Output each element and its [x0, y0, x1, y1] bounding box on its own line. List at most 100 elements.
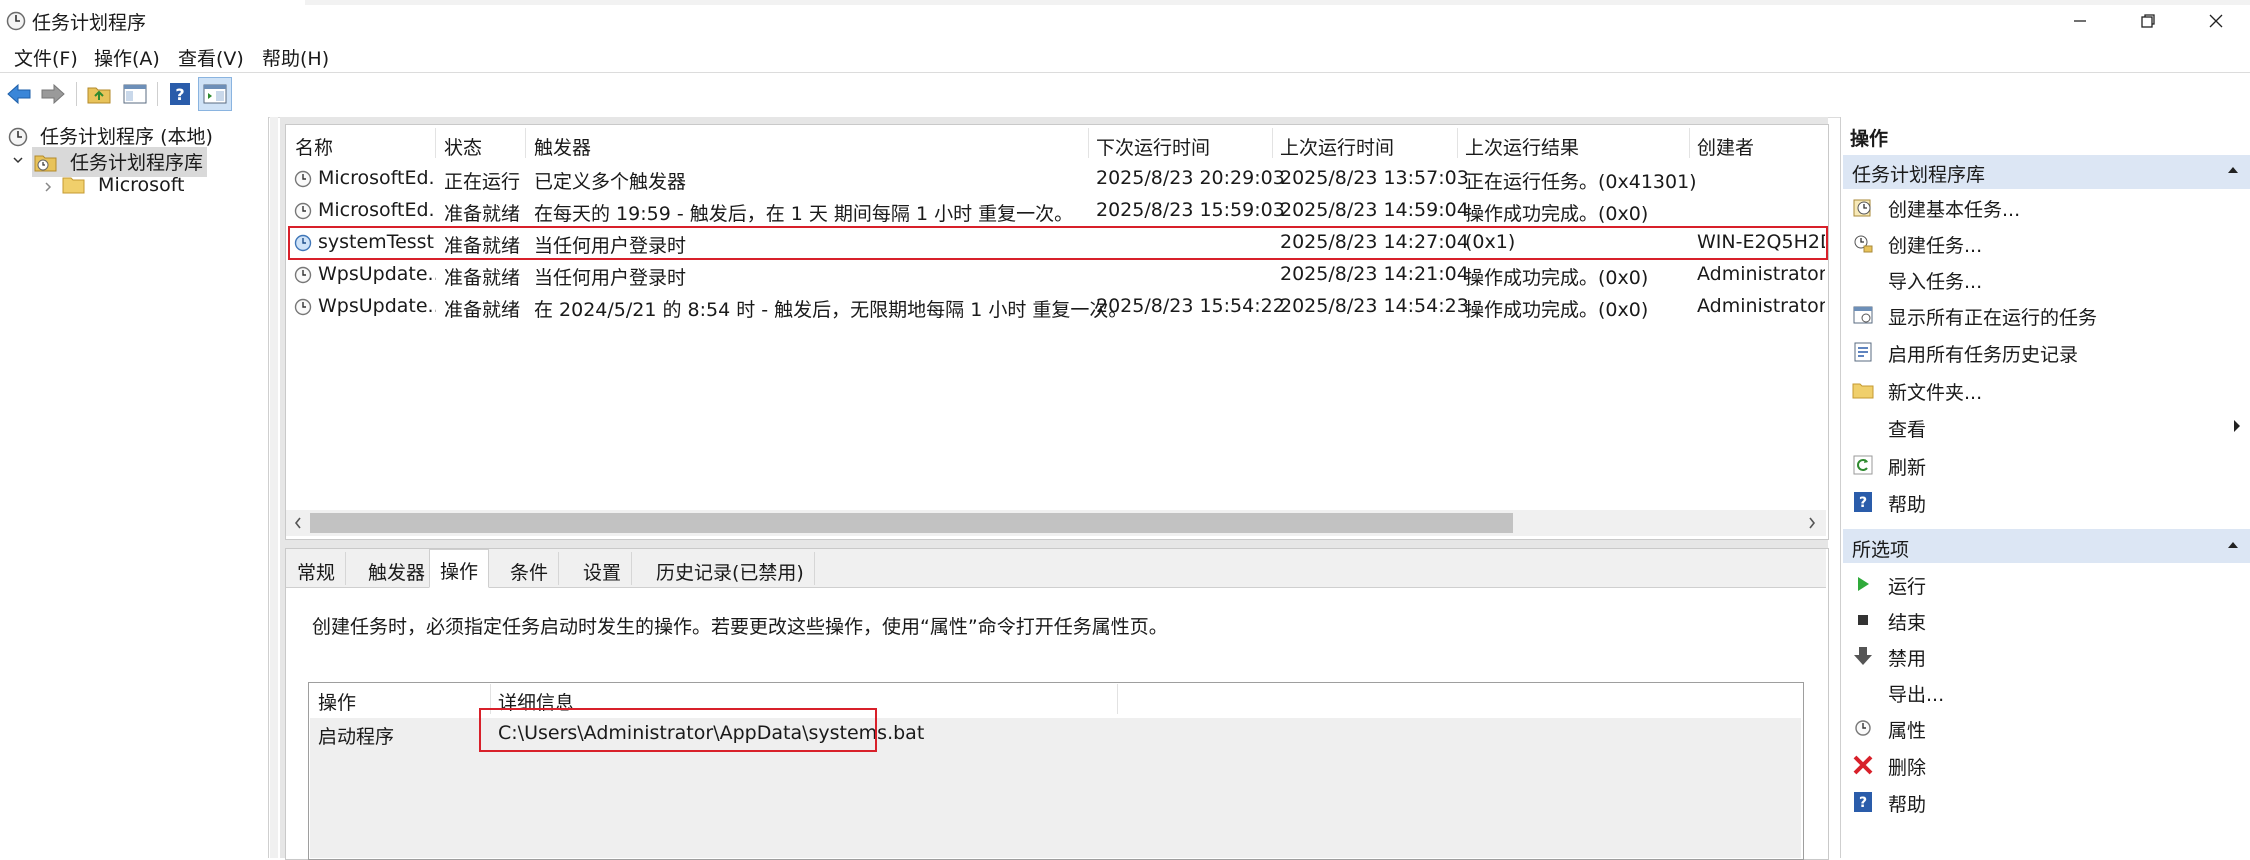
history-icon	[1854, 342, 1872, 362]
action-label: 结束	[1888, 612, 1927, 634]
action-end[interactable]: 结束	[1852, 604, 2242, 636]
restore-button[interactable]	[2114, 0, 2182, 42]
show-hide-action-pane-button[interactable]	[198, 77, 232, 111]
task-name: MicrosoftEd...	[318, 199, 436, 221]
task-row[interactable]: WpsUpdate... 准备就绪 在 2024/5/21 的 8:54 时 -…	[286, 291, 1826, 323]
menu-view[interactable]: 查看(V)	[178, 44, 244, 71]
column-header-last-run[interactable]: 上次运行时间	[1280, 133, 1394, 160]
collapse-up-icon[interactable]	[2226, 539, 2240, 551]
action-label: 运行	[1888, 576, 1927, 598]
task-row[interactable]: WpsUpdate... 准备就绪 当任何用户登录时 2025/8/23 14:…	[286, 259, 1826, 291]
create-task-icon	[1854, 235, 1873, 253]
create-basic-task-icon	[1853, 199, 1871, 217]
menu-action[interactable]: 操作(A)	[94, 44, 160, 71]
help-icon: ?	[1854, 492, 1872, 512]
task-row[interactable]: MicrosoftEd... 准备就绪 在每天的 19:59 - 触发后，在 1…	[286, 195, 1826, 227]
task-last-run: 2025/8/23 13:57:03	[1280, 167, 1469, 189]
clock-icon	[8, 127, 28, 147]
action-disable[interactable]: 禁用	[1852, 640, 2242, 672]
folder-clock-icon	[34, 155, 57, 172]
tree-item-root[interactable]: 任务计划程序 (本地)	[8, 122, 213, 149]
action-help-selected[interactable]: ? 帮助	[1852, 786, 2242, 818]
column-divider[interactable]	[1689, 128, 1690, 158]
action-view[interactable]: 查看	[1852, 411, 2242, 443]
menu-help[interactable]: 帮助(H)	[262, 44, 329, 71]
column-header-last-result[interactable]: 上次运行结果	[1465, 133, 1579, 160]
scroll-right-button[interactable]	[1806, 514, 1818, 536]
column-divider[interactable]	[1088, 128, 1089, 158]
back-arrow-icon	[7, 83, 31, 105]
actions-pane-title: 操作	[1850, 128, 1889, 150]
close-button[interactable]	[2182, 0, 2250, 42]
task-next-run: 2025/8/23 20:29:03	[1096, 167, 1285, 189]
action-export[interactable]: 导出...	[1852, 676, 2242, 708]
tree-item-microsoft[interactable]: Microsoft	[62, 174, 185, 196]
tab-history[interactable]: 历史记录(已禁用)	[646, 552, 815, 585]
tree-expander-microsoft[interactable]	[42, 176, 54, 198]
action-label: 导出...	[1888, 684, 1945, 706]
task-last-result: 操作成功完成。(0x0)	[1465, 267, 1649, 289]
action-delete[interactable]: 删除	[1852, 749, 2242, 781]
action-help[interactable]: ? 帮助	[1852, 486, 2242, 518]
action-create-basic-task[interactable]: 创建基本任务...	[1852, 191, 2242, 223]
action-create-task[interactable]: 创建任务...	[1852, 227, 2242, 259]
action-label: 刷新	[1888, 457, 1927, 479]
tab-triggers[interactable]: 触发器	[358, 552, 437, 585]
action-label: 新文件夹...	[1888, 382, 1983, 404]
action-display-running-tasks[interactable]: 显示所有正在运行的任务	[1852, 299, 2242, 331]
collapse-up-icon[interactable]	[2226, 164, 2240, 176]
forward-arrow-icon	[41, 83, 65, 105]
action-new-folder[interactable]: 新文件夹...	[1852, 374, 2242, 406]
tab-settings[interactable]: 设置	[573, 552, 633, 585]
column-header-status[interactable]: 状态	[444, 133, 482, 160]
chevron-left-icon	[294, 517, 301, 529]
column-header-name[interactable]: 名称	[295, 133, 333, 160]
svg-text:?: ?	[1859, 495, 1867, 511]
column-divider[interactable]	[1457, 128, 1458, 158]
restore-icon	[2141, 14, 2155, 28]
console-tree-scrollbar[interactable]	[270, 117, 278, 858]
tab-general[interactable]: 常规	[287, 552, 347, 585]
forward-button[interactable]	[36, 77, 70, 111]
column-divider[interactable]	[525, 128, 526, 158]
tree-item-library[interactable]: 任务计划程序库	[32, 147, 208, 177]
tab-actions[interactable]: 操作	[429, 549, 490, 588]
column-header-author[interactable]: 创建者	[1697, 133, 1754, 160]
task-last-run: 2025/8/23 14:59:04	[1280, 199, 1469, 221]
back-button[interactable]	[2, 77, 36, 111]
task-clock-icon	[294, 170, 312, 188]
toolbar	[0, 72, 2250, 118]
action-import-task[interactable]: 导入任务...	[1852, 263, 2242, 295]
task-row[interactable]: MicrosoftEd... 正在运行 已定义多个触发器 2025/8/23 2…	[286, 163, 1826, 195]
action-run[interactable]: 运行	[1852, 568, 2242, 600]
tree-expander-library[interactable]	[12, 149, 24, 171]
console-tree	[0, 117, 269, 858]
action-refresh[interactable]: 刷新	[1852, 449, 2242, 481]
scrollbar-thumb[interactable]	[310, 513, 1513, 533]
actions-table-header-action[interactable]: 操作	[318, 688, 356, 715]
help-toolbar-button[interactable]: ?	[163, 77, 197, 111]
minimize-button[interactable]	[2046, 0, 2114, 42]
column-divider[interactable]	[1272, 128, 1273, 158]
up-folder-button[interactable]	[82, 77, 116, 111]
column-divider[interactable]	[435, 128, 436, 158]
show-hide-console-tree-button[interactable]	[118, 77, 152, 111]
task-last-run: 2025/8/23 14:54:23	[1280, 295, 1469, 317]
column-header-trigger[interactable]: 触发器	[534, 133, 591, 160]
task-trigger: 当任何用户登录时	[534, 267, 687, 289]
action-label: 启用所有任务历史记录	[1888, 344, 2079, 366]
action-label: 帮助	[1888, 794, 1927, 816]
action-pane-icon	[203, 84, 227, 104]
task-clock-icon	[294, 298, 312, 316]
clock-icon	[6, 11, 26, 31]
menu-file[interactable]: 文件(F)	[14, 44, 78, 71]
task-last-run: 2025/8/23 14:21:04	[1280, 263, 1469, 285]
close-icon	[2209, 14, 2223, 28]
column-header-next-run[interactable]: 下次运行时间	[1096, 133, 1210, 160]
run-icon	[1858, 577, 1869, 591]
toolbar-separator	[157, 82, 158, 106]
tab-conditions[interactable]: 条件	[500, 552, 560, 585]
action-enable-history[interactable]: 启用所有任务历史记录	[1852, 336, 2242, 368]
scroll-left-button[interactable]	[292, 514, 304, 536]
action-properties[interactable]: 属性	[1852, 712, 2242, 744]
